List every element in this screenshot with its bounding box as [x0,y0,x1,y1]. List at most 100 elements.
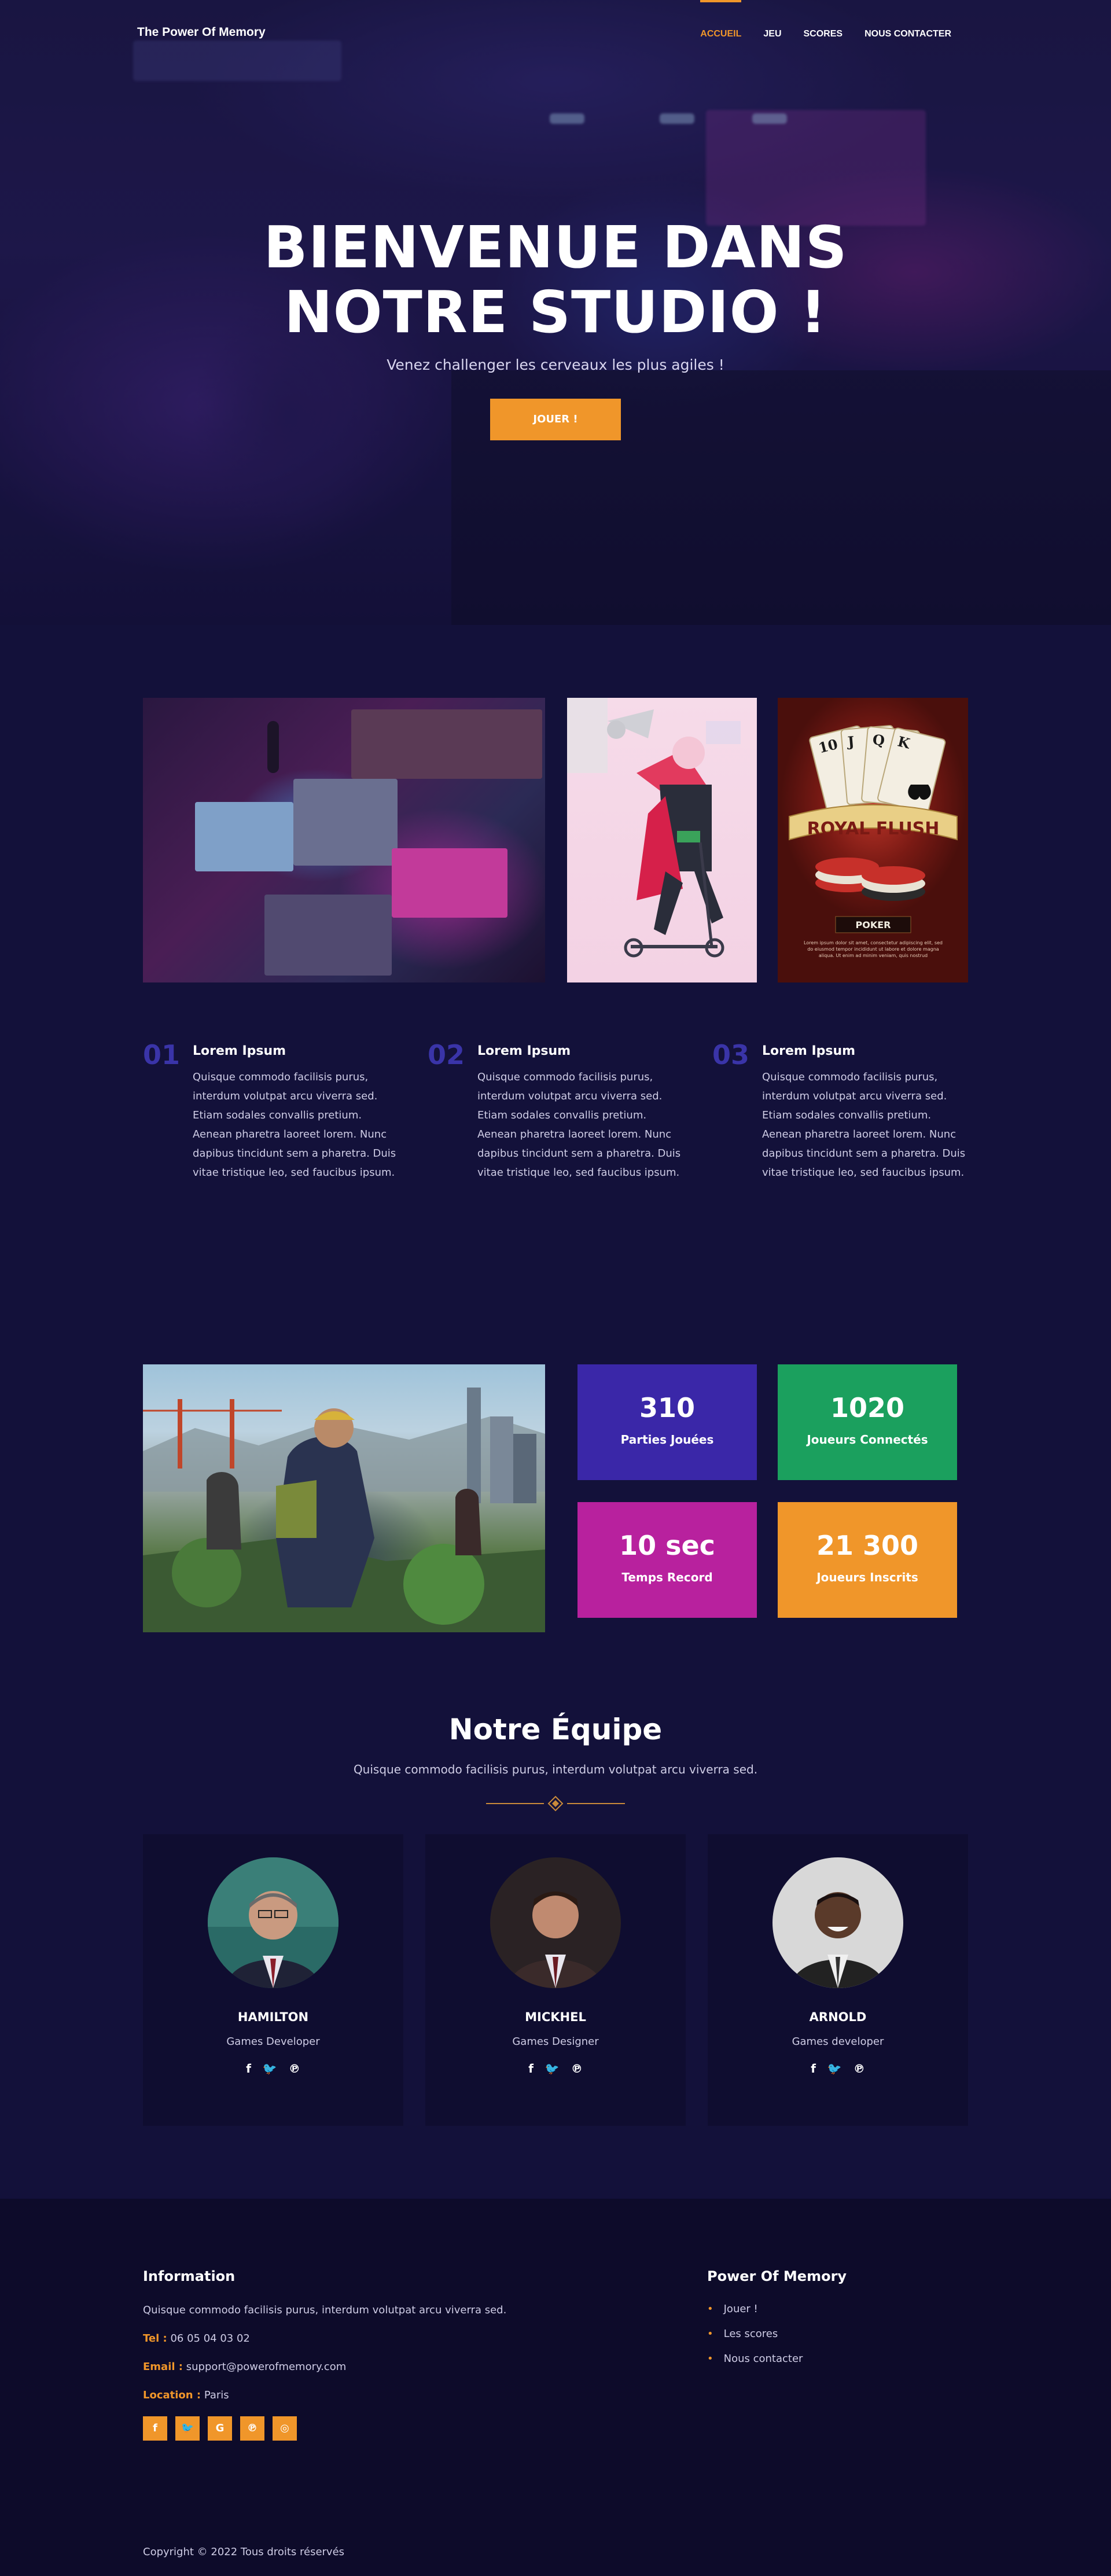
twitter-icon[interactable]: 🐦 [175,2416,200,2441]
footer-socials: f 🐦 G ℗ ◎ [143,2416,664,2441]
stat-label: Parties Jouées [620,1433,714,1447]
feature-title: Lorem Ipsum [477,1044,571,1058]
ornament-divider [486,1795,625,1812]
footer-info-title: Information [143,2268,236,2284]
pinterest-icon[interactable]: ℗ [854,2062,865,2075]
footer-info-column: Information Quisque commodo facilisis pu… [143,2268,664,2441]
google-icon[interactable]: G [208,2416,232,2441]
hero-section: The Power Of Memory Accueil Jeu Scores N… [0,0,1111,625]
pinterest-icon[interactable]: ℗ [240,2416,264,2441]
feature-item: 02 Lorem Ipsum Quisque commodo facilisis… [428,1042,682,1182]
team-subtitle: Quisque commodo facilisis purus, interdu… [353,1762,758,1776]
footer-link-play[interactable]: Jouer ! [707,2303,967,2315]
hero-content: BIENVENUE DANS NOTRE STUDIO ! Venez chal… [0,215,1111,440]
play-button[interactable]: JOUER ! [490,399,621,440]
nav-links: Accueil Jeu Scores Nous contacter [700,0,951,39]
facebook-icon[interactable]: f [143,2416,167,2441]
brand-logo[interactable]: The Power Of Memory [137,25,266,39]
stat-label: Joueurs Connectés [807,1433,928,1447]
poker-cards-graphic: 10 J Q K ROYAL FLUSH POKER Lorem ipsum d… [789,724,958,958]
instagram-icon[interactable]: ◎ [273,2416,297,2441]
stat-card-registered-players: 21 300 Joueurs Inscrits [778,1502,957,1618]
poker-banner-text: ROYAL FLUSH [807,819,940,839]
avatar [208,1857,339,1988]
footer-links: Jouer ! Les scores Nous contacter [707,2303,967,2365]
stat-value: 21 300 [816,1530,919,1561]
pinterest-icon[interactable]: ℗ [289,2062,300,2075]
stat-label: Temps Record [621,1570,713,1584]
poker-royal-flush-image: 10 J Q K ROYAL FLUSH POKER Lorem ipsum d… [778,698,968,982]
footer-location: Location : Paris [143,2389,664,2401]
nav-link-scores[interactable]: Scores [804,29,843,39]
email-value[interactable]: support@powerofmemory.com [186,2361,347,2373]
navbar: The Power Of Memory Accueil Jeu Scores N… [0,0,1111,69]
feature-text: Quisque commodo facilisis purus, interdu… [762,1071,966,1179]
footer-email: Email : support@powerofmemory.com [143,2361,664,2373]
stat-value: 310 [639,1392,696,1423]
location-value: Paris [204,2389,229,2401]
member-name: MICKHEL [525,2010,586,2024]
hero-subtitle: Venez challenger les cerveaux les plus a… [387,356,724,373]
email-label: Email : [143,2361,183,2373]
copyright: Copyright © 2022 Tous droits réservés [143,2546,345,2558]
hero-title: BIENVENUE DANS NOTRE STUDIO ! [0,215,1111,345]
feature-list: 01 Lorem Ipsum Quisque commodo facilisis… [143,1042,968,1182]
retro-consoles-image [143,698,545,982]
avatar [772,1857,903,1988]
feature-item: 03 Lorem Ipsum Quisque commodo facilisis… [712,1042,967,1182]
feature-number: 03 [712,1039,750,1070]
member-role: Games developer [792,2036,884,2048]
stat-value: 10 sec [619,1530,715,1561]
feature-title: Lorem Ipsum [762,1044,856,1058]
feature-number: 01 [143,1039,181,1070]
team-member-card: HAMILTON Games Developer f 🐦 ℗ [143,1834,403,2126]
team-title: Notre Équipe [448,1713,663,1746]
scooter-character-graphic [567,698,741,958]
team-member-card: MICKHEL Games Designer f 🐦 ℗ [425,1834,686,2126]
feature-text: Quisque commodo facilisis purus, interdu… [193,1071,396,1179]
location-label: Location : [143,2389,201,2401]
member-name: HAMILTON [237,2010,309,2024]
tel-value[interactable]: 06 05 04 03 02 [170,2332,249,2345]
footer-tel: Tel : 06 05 04 03 02 [143,2332,664,2345]
member-name: ARNOLD [809,2010,867,2024]
facebook-icon[interactable]: f [811,2062,816,2075]
stats-section: 310 Parties Jouées 1020 Joueurs Connecté… [0,1261,1111,1695]
member-socials: f 🐦 ℗ [708,2062,968,2075]
stat-value: 1020 [830,1392,905,1423]
nav-link-contact[interactable]: Nous contacter [864,29,951,39]
avatar [490,1857,621,1988]
stat-card-players-connected: 1020 Joueurs Connectés [778,1364,957,1480]
poker-fine-print: Lorem ipsum dolor sit amet, consectetur … [804,940,943,958]
twitter-icon[interactable]: 🐦 [263,2062,277,2075]
team-cards: HAMILTON Games Developer f 🐦 ℗ MICKHEL G… [143,1834,968,2126]
svg-text:Q: Q [872,731,885,749]
stat-card-games-played: 310 Parties Jouées [577,1364,757,1480]
member-role: Games Developer [226,2036,320,2048]
nav-link-accueil[interactable]: Accueil [700,0,742,39]
twitter-icon[interactable]: 🐦 [545,2062,560,2075]
twitter-icon[interactable]: 🐦 [827,2062,842,2075]
footer-info-text: Quisque commodo facilisis purus, interdu… [143,2304,507,2316]
team-section: Notre Équipe Quisque commodo facilisis p… [0,1695,1111,2199]
stat-card-record-time: 10 sec Temps Record [577,1502,757,1618]
pinterest-icon[interactable]: ℗ [571,2062,583,2075]
feature-title: Lorem Ipsum [193,1044,286,1058]
stat-label: Joueurs Inscrits [816,1570,918,1584]
facebook-icon[interactable]: f [246,2062,251,2075]
game-scene-graphic [143,1388,545,1632]
nav-link-jeu[interactable]: Jeu [763,29,781,39]
feature-number: 02 [428,1039,465,1070]
tel-label: Tel : [143,2332,167,2345]
member-role: Games Designer [512,2036,599,2048]
footer-links-title: Power Of Memory [707,2268,847,2284]
features-section: 10 J Q K ROYAL FLUSH POKER Lorem ipsum d… [0,625,1111,1261]
feature-item: 01 Lorem Ipsum Quisque commodo facilisis… [143,1042,398,1182]
facebook-icon[interactable]: f [528,2062,534,2075]
hero-title-line-2: NOTRE STUDIO ! [284,278,827,346]
scooter-illustration [567,698,757,982]
footer: Information Quisque commodo facilisis pu… [0,2199,1111,2576]
team-member-card: ARNOLD Games developer f 🐦 ℗ [708,1834,968,2126]
footer-link-scores[interactable]: Les scores [707,2328,967,2340]
footer-link-contact[interactable]: Nous contacter [707,2353,967,2365]
